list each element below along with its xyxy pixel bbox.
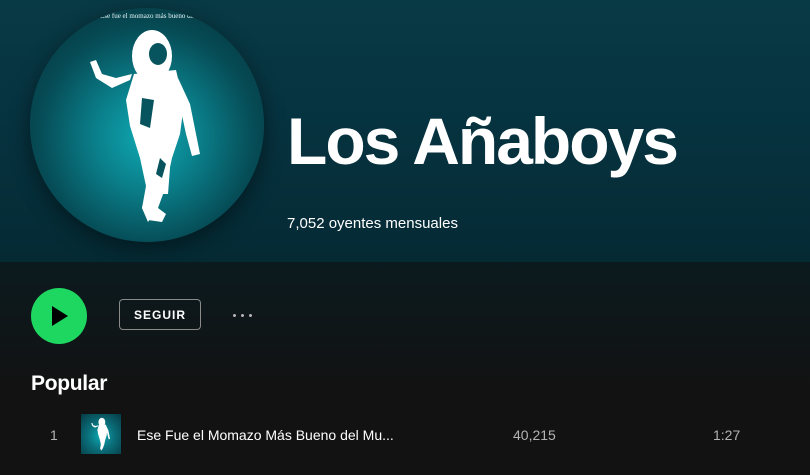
avatar-caption: Ese fue el momazo más bueno del xyxy=(100,12,196,20)
track-number: 1 xyxy=(50,427,58,443)
follow-button[interactable]: SEGUIR xyxy=(119,299,201,330)
track-title[interactable]: Ese Fue el Momazo Más Bueno del Mu... xyxy=(137,427,394,443)
dancing-figure-thumbnail xyxy=(91,417,111,451)
popular-section-title: Popular xyxy=(31,372,108,395)
play-button[interactable] xyxy=(31,288,87,344)
play-icon xyxy=(52,306,68,326)
track-duration: 1:27 xyxy=(713,427,741,443)
artist-avatar: Ese fue el momazo más bueno del xyxy=(30,8,264,242)
track-play-count: 40,215 xyxy=(513,427,556,443)
track-row[interactable]: 1 Ese Fue el Momazo Más Bueno del Mu... … xyxy=(16,412,796,456)
more-options-icon-dot xyxy=(240,313,244,317)
monthly-listeners: 7,052 oyentes mensuales xyxy=(287,215,458,232)
artist-content: SEGUIR Popular 1 Ese Fue el Momazo Más B… xyxy=(0,262,810,475)
more-options-icon xyxy=(232,313,236,317)
more-options-icon-dot xyxy=(248,313,252,317)
more-options-button[interactable] xyxy=(226,306,258,324)
dancing-figure-image xyxy=(90,30,200,222)
artist-name: Los Añaboys xyxy=(287,104,679,178)
track-cover-image xyxy=(81,414,121,454)
artist-header: Ese fue el momazo más bueno del Los Añab… xyxy=(0,0,810,262)
